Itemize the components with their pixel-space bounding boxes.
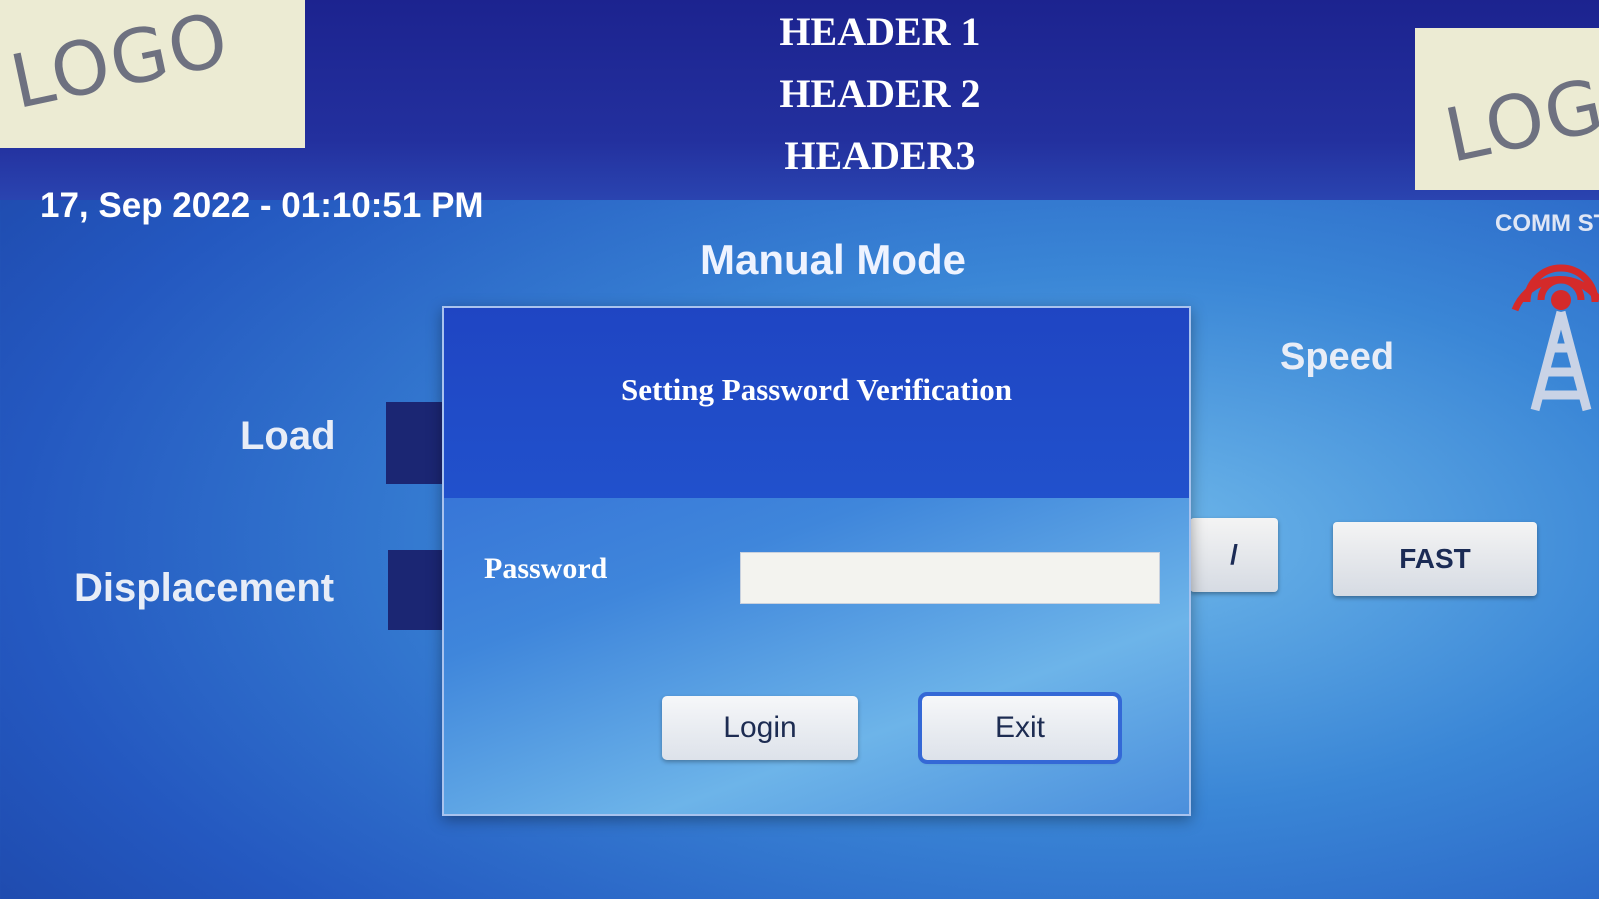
speed-fast-button[interactable]: FAST xyxy=(1333,522,1537,596)
password-input[interactable] xyxy=(740,552,1160,604)
logo-right-text: LOG xyxy=(1437,62,1599,180)
header-line-2: HEADER 2 xyxy=(779,71,981,116)
displacement-value-box xyxy=(388,550,448,630)
load-value-box xyxy=(386,402,446,484)
comm-status-label: COMM ST xyxy=(1495,210,1599,237)
top-header-bar: LOGO HEADER 1 HEADER 2 HEADER3 LOG xyxy=(0,0,1599,200)
header-line-3: HEADER3 xyxy=(784,133,976,178)
password-label: Password xyxy=(484,552,608,585)
load-label: Load xyxy=(240,414,336,458)
speed-label: Speed xyxy=(1280,336,1395,378)
exit-button[interactable]: Exit xyxy=(918,692,1122,764)
logo-left-text: LOGO xyxy=(3,0,237,126)
logo-right: LOG xyxy=(1415,28,1599,190)
password-dialog: Setting Password Verification Password L… xyxy=(442,306,1191,816)
dialog-header: Setting Password Verification xyxy=(444,308,1189,498)
logo-left: LOGO xyxy=(0,0,305,148)
comm-tower-icon xyxy=(1511,264,1599,412)
datetime-display: 17, Sep 2022 - 01:10:51 PM xyxy=(40,186,484,225)
mode-title: Manual Mode xyxy=(700,236,967,283)
displacement-label: Displacement xyxy=(74,566,335,610)
speed-slow-button[interactable]: / xyxy=(1190,518,1278,592)
login-button[interactable]: Login xyxy=(662,696,858,760)
header-line-1: HEADER 1 xyxy=(779,9,981,54)
dialog-title: Setting Password Verification xyxy=(621,372,1012,407)
